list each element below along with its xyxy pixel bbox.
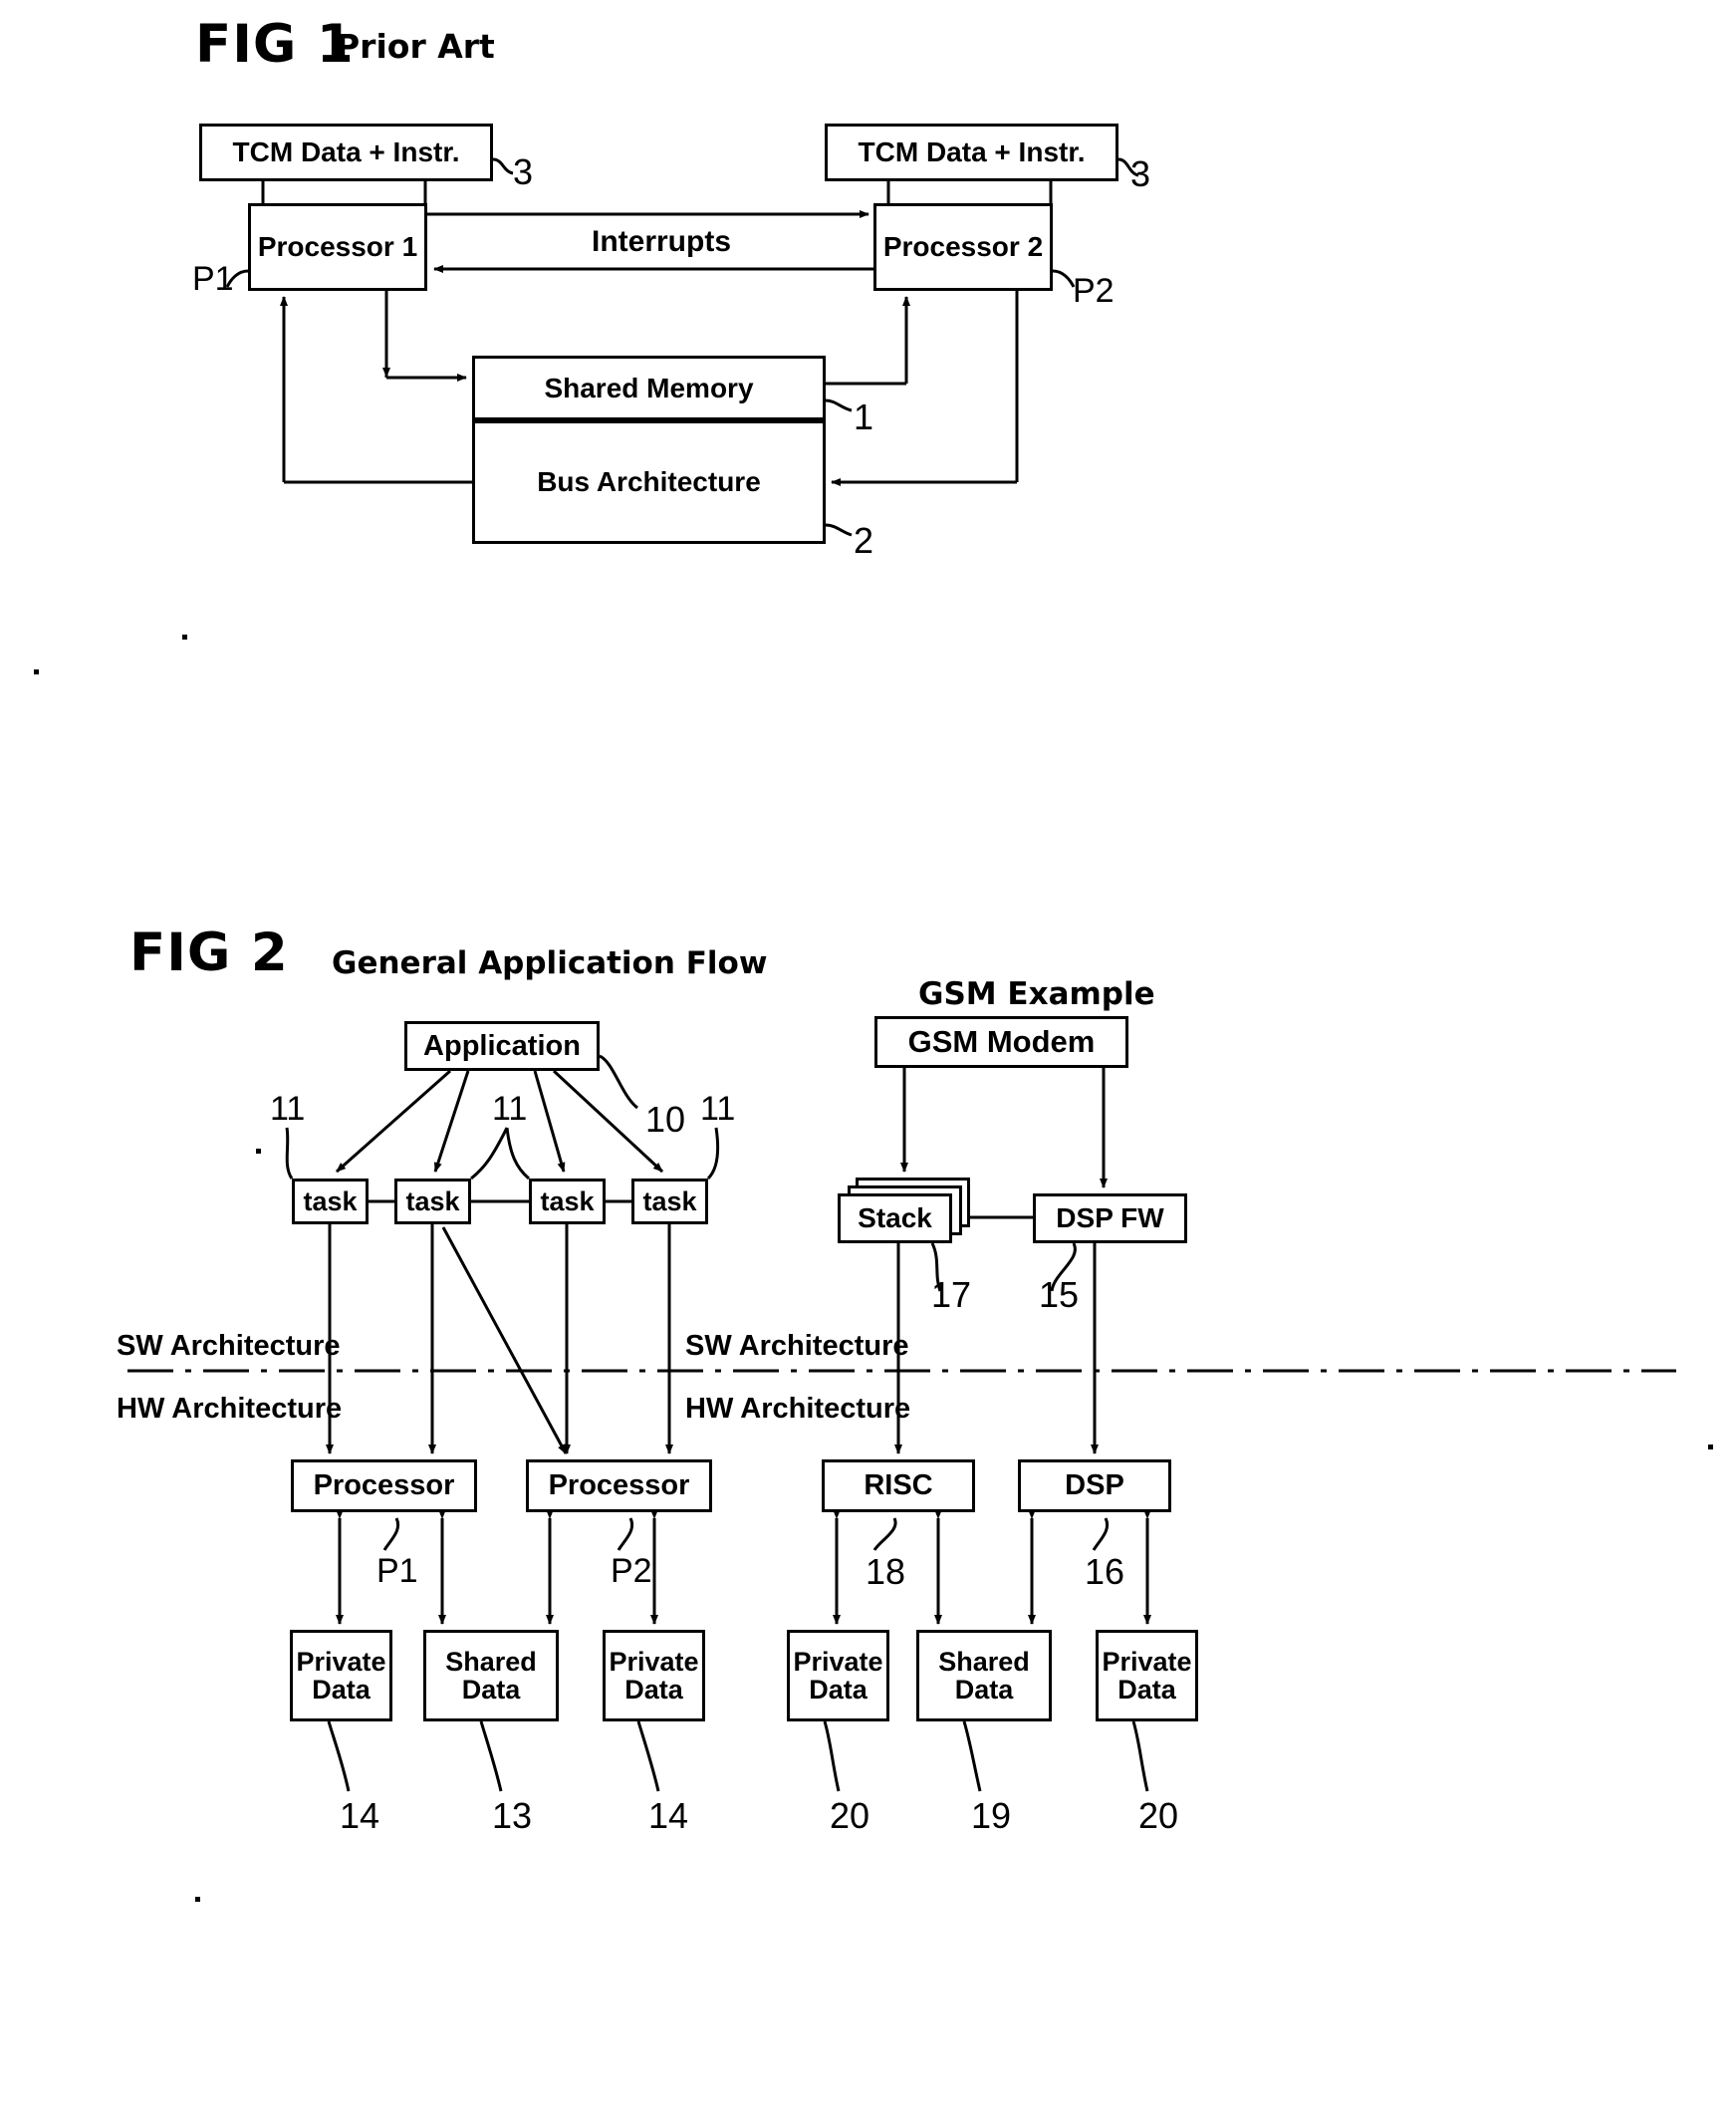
fig1-connectors: [225, 157, 1139, 537]
scan-artifact-dot-5: [1708, 1445, 1713, 1449]
scan-artifact-dot-3: [256, 1149, 261, 1154]
scan-artifact-dot-2: [34, 669, 39, 674]
fig2-connectors: [127, 1054, 1676, 1792]
scan-artifact-dot-1: [182, 635, 187, 640]
scan-artifact-dot-4: [195, 1897, 200, 1902]
patent-drawing-sheet: FIG 1 Prior Art TCM Data + Instr. Proces…: [0, 0, 1736, 2102]
figure-1: FIG 1 Prior Art TCM Data + Instr. Proces…: [0, 0, 1736, 638]
figure-2: FIG 2 General Application Flow GSM Examp…: [0, 897, 1736, 2102]
